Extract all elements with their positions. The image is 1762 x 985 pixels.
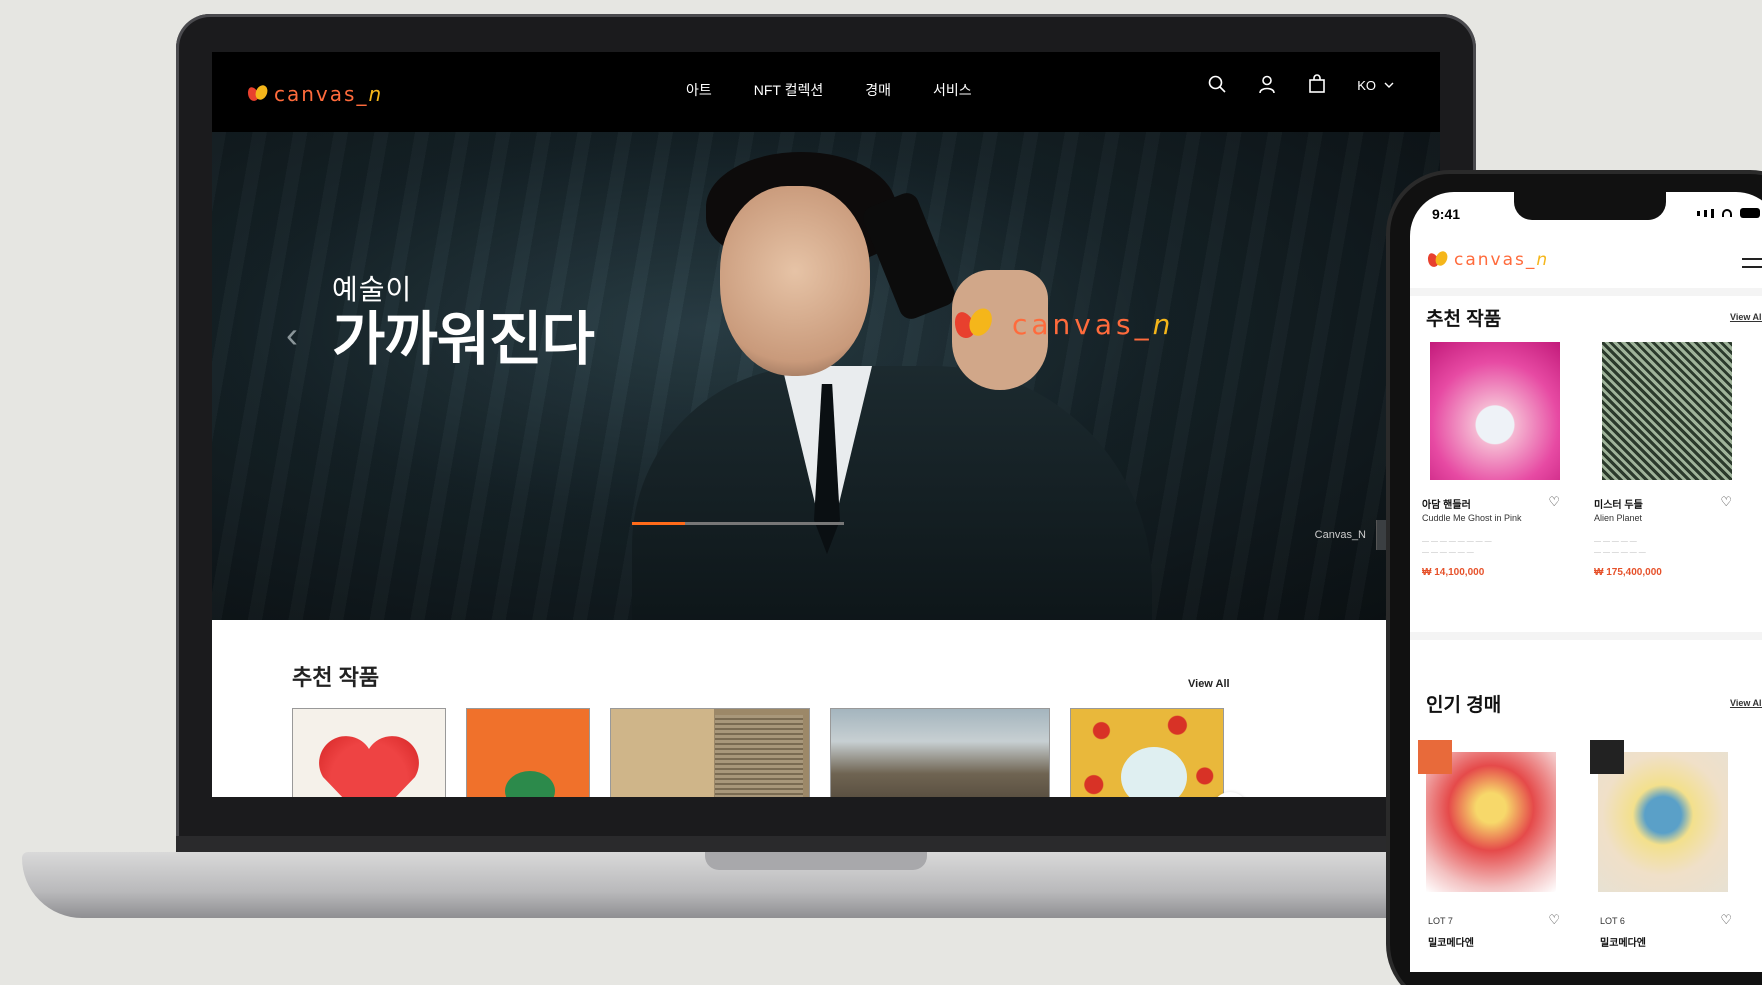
lot-number: LOT 6	[1600, 916, 1625, 926]
logo-mark-icon	[248, 85, 268, 103]
artwork-thumbnail[interactable]	[292, 708, 446, 797]
hero-line-2: 가까워진다	[332, 307, 595, 372]
mobile-logo-text: canvas_n	[1454, 250, 1550, 270]
heart-icon[interactable]: ♡	[1720, 494, 1732, 510]
menu-item-service[interactable]: 서비스	[933, 80, 972, 100]
mobile-recommended-view-all[interactable]: View All	[1730, 312, 1762, 322]
mobile-logo[interactable]: canvas_n	[1428, 250, 1549, 270]
hero-model-image	[632, 152, 1192, 620]
hero-progress-bar[interactable]	[632, 522, 844, 525]
search-icon[interactable]	[1207, 74, 1229, 96]
artwork-card[interactable]: 아담 핸들러 Cuddle Me Ghost in Pink — — — — —…	[1418, 330, 1568, 590]
artwork-thumbnail[interactable]	[610, 708, 810, 797]
user-icon[interactable]	[1257, 74, 1279, 96]
mobile-auction-title: 인기 경매	[1426, 695, 1502, 716]
phone-screen: 9:41 canvas_n 추천 작품 View All 아담 핸들러 Cudd…	[1410, 192, 1762, 972]
main-menu: 아트 NFT 컬렉션 경매 서비스	[686, 80, 972, 100]
heart-icon[interactable]: ♡	[1548, 494, 1560, 510]
recommended-section: 추천 작품 View All →	[212, 620, 1440, 797]
mobile-auction-view-all[interactable]: View All	[1730, 698, 1762, 708]
artwork-thumbnail[interactable]	[466, 708, 590, 797]
site-logo[interactable]: canvas_n	[248, 82, 383, 106]
menu-item-auction[interactable]: 경매	[865, 80, 891, 100]
artwork-image	[1430, 342, 1560, 480]
artwork-price: ₩ 175,400,000	[1594, 567, 1662, 578]
artwork-thumbnail[interactable]	[1070, 708, 1224, 797]
hero-brand-text: canvas_n	[1012, 308, 1175, 341]
menu-item-nft[interactable]: NFT 컬렉션	[754, 80, 824, 100]
laptop-screen: canvas_n 아트 NFT 컬렉션 경매 서비스 KO ‹ 예술이 가까워진…	[212, 52, 1440, 797]
artwork-title: Cuddle Me Ghost in Pink	[1422, 513, 1522, 523]
auction-card[interactable]: LOT 6 밀코메다엔 ♡	[1586, 740, 1736, 972]
laptop-notch	[705, 852, 927, 870]
auction-status-badge	[1590, 740, 1624, 774]
artwork-meta: — — — — — — — — — — —	[1594, 538, 1646, 556]
hero-copy: 예술이 가까워진다	[332, 268, 595, 372]
hero-control-label: Canvas_N	[1314, 529, 1366, 541]
artwork-image	[1602, 342, 1732, 480]
hero-banner: ‹ 예술이 가까워진다 canvas_n Canvas_N ▷ ◁	[212, 132, 1440, 620]
artwork-artist: 미스터 두들	[1594, 500, 1643, 511]
cart-icon[interactable]	[1307, 74, 1329, 96]
language-selector[interactable]: KO	[1357, 78, 1394, 93]
status-icons	[1697, 208, 1760, 218]
lot-number: LOT 7	[1428, 916, 1453, 926]
logo-mark-icon	[1428, 251, 1448, 269]
auction-status-badge	[1418, 740, 1452, 774]
logo-text: canvas_n	[274, 82, 384, 106]
language-label: KO	[1357, 77, 1376, 93]
artwork-thumbnail[interactable]	[830, 708, 1050, 797]
chevron-left-icon[interactable]: ‹	[286, 314, 298, 356]
chevron-down-icon	[1384, 82, 1394, 88]
hero-brand-logo: canvas_n	[964, 308, 1174, 341]
menu-icon[interactable]	[1742, 258, 1762, 268]
artwork-meta: — — — — — — — — — — — — — —	[1422, 538, 1492, 556]
lot-artist: 밀코메다엔	[1428, 938, 1474, 949]
lot-artist: 밀코메다엔	[1600, 938, 1646, 949]
hero-line-1: 예술이	[332, 274, 413, 305]
heart-icon[interactable]: ♡	[1720, 912, 1732, 928]
top-nav: canvas_n 아트 NFT 컬렉션 경매 서비스 KO	[212, 52, 1440, 132]
section-title: 추천 작품	[292, 665, 380, 690]
artwork-title: Alien Planet	[1594, 513, 1643, 523]
artwork-artist: 아담 핸들러	[1422, 500, 1471, 511]
auction-card[interactable]: LOT 7 밀코메다엔 ♡	[1414, 740, 1564, 972]
artwork-card[interactable]: 미스터 두들 Alien Planet — — — — — — — — — — —…	[1590, 330, 1740, 590]
hero-progress-fill	[632, 522, 685, 525]
artwork-price: ₩ 14,100,000	[1422, 567, 1485, 578]
status-time: 9:41	[1432, 206, 1461, 222]
mobile-recommended-title: 추천 작품	[1426, 309, 1502, 330]
logo-mark-icon	[955, 307, 993, 341]
view-all-link[interactable]: View All	[1188, 678, 1230, 690]
phone-notch	[1514, 192, 1666, 220]
device-mockup: canvas_n 아트 NFT 컬렉션 경매 서비스 KO ‹ 예술이 가까워진…	[0, 0, 1762, 985]
heart-icon[interactable]: ♡	[1548, 912, 1560, 928]
menu-item-art[interactable]: 아트	[686, 80, 712, 100]
divider	[1410, 632, 1762, 640]
divider	[1410, 288, 1762, 296]
nav-actions: KO	[1207, 74, 1394, 96]
